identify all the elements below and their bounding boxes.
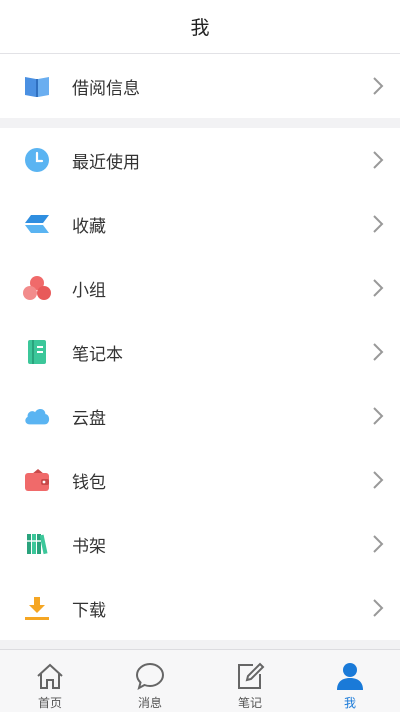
menu-group-main: 最近使用 收藏 小组 笔记本 云盘 钱包 书架 下载 [0, 128, 400, 640]
chevron-right-icon [373, 471, 384, 489]
chevron-right-icon [373, 599, 384, 617]
chevron-right-icon [373, 151, 384, 169]
page-header: 我 [0, 0, 400, 54]
menu-item-label: 最近使用 [72, 152, 140, 173]
menu-item-recent[interactable]: 最近使用 [0, 128, 400, 192]
chevron-right-icon [373, 77, 384, 95]
menu-item-bookshelf[interactable]: 书架 [0, 512, 400, 576]
tab-label: 首页 [37, 696, 62, 710]
bookmark-stack-icon [23, 210, 51, 238]
note-edit-icon [238, 662, 265, 689]
menu-group-top: 借阅信息 [0, 54, 400, 118]
tab-label: 消息 [137, 696, 162, 710]
menu-item-label: 云盘 [72, 408, 106, 429]
message-icon [135, 662, 165, 691]
chevron-right-icon [373, 343, 384, 361]
tab-label: 笔记 [237, 696, 262, 710]
tab-label: 我 [343, 696, 356, 710]
cloud-icon [23, 402, 51, 430]
menu-item-label: 小组 [72, 280, 106, 301]
tab-messages[interactable]: 消息 [100, 650, 200, 712]
clock-icon [23, 146, 51, 174]
bookshelf-icon [23, 530, 51, 558]
menu-item-groups[interactable]: 小组 [0, 256, 400, 320]
book-icon [23, 72, 51, 100]
menu-item-favorites[interactable]: 收藏 [0, 192, 400, 256]
download-icon [23, 594, 51, 622]
chevron-right-icon [373, 215, 384, 233]
menu-item-label: 下载 [72, 600, 106, 621]
menu-item-label: 借阅信息 [72, 78, 140, 99]
menu-item-wallet[interactable]: 钱包 [0, 448, 400, 512]
bottom-tab-bar: 首页 消息 笔记 我 [0, 649, 400, 712]
home-icon [37, 663, 63, 689]
tab-home[interactable]: 首页 [0, 650, 100, 712]
menu-item-notebook[interactable]: 笔记本 [0, 320, 400, 384]
menu-item-download[interactable]: 下载 [0, 576, 400, 640]
chevron-right-icon [373, 279, 384, 297]
wallet-icon [23, 466, 51, 494]
chevron-right-icon [373, 407, 384, 425]
notebook-icon [23, 338, 51, 366]
page-title: 我 [190, 17, 210, 39]
menu-item-cloud-drive[interactable]: 云盘 [0, 384, 400, 448]
menu-item-label: 收藏 [72, 216, 106, 237]
tab-notes[interactable]: 笔记 [200, 650, 300, 712]
tab-me[interactable]: 我 [300, 650, 400, 712]
menu-item-label: 钱包 [72, 472, 106, 493]
group-icon [23, 274, 51, 302]
user-icon [337, 663, 363, 690]
menu-item-label: 书架 [72, 536, 106, 557]
menu-item-label: 笔记本 [72, 344, 123, 365]
menu-item-borrow-info[interactable]: 借阅信息 [0, 54, 400, 118]
chevron-right-icon [373, 535, 384, 553]
